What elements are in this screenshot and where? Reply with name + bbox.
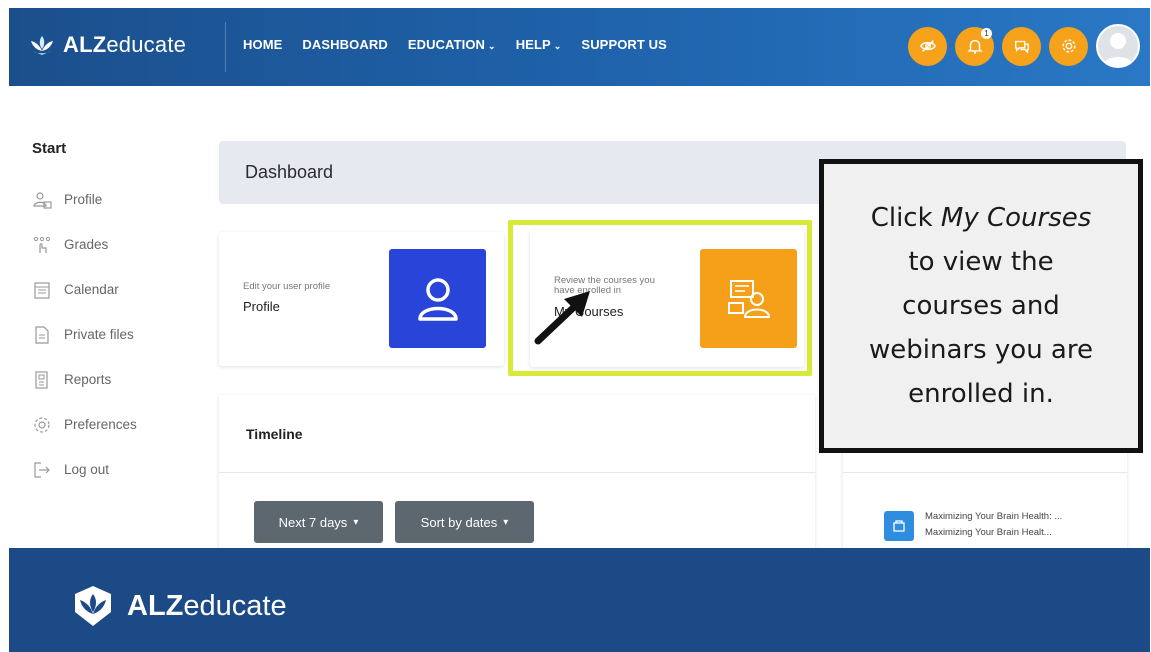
lotus-logo-icon xyxy=(75,586,111,626)
course-icon[interactable] xyxy=(884,511,914,541)
callout-prefix: Click xyxy=(870,203,941,233)
main-nav: HOME DASHBOARD EDUCATION ⌄ HELP ⌄ SUPPORT … xyxy=(243,37,667,52)
sidebar-item-label: Profile xyxy=(64,192,103,207)
sidebar-item-label: Private files xyxy=(64,327,134,342)
profile-card[interactable]: Edit your user profile Profile xyxy=(219,232,504,366)
chevron-down-icon: ⌄ xyxy=(553,41,562,51)
nav-education[interactable]: EDUCATION ⌄ xyxy=(408,37,496,52)
callout-line-3: courses and xyxy=(902,291,1060,321)
top-navigation-bar: ALZeducate HOME DASHBOARD EDUCATION ⌄ HEL… xyxy=(9,8,1150,86)
brand-logo[interactable]: ALZeducate xyxy=(29,32,186,58)
sidebar-item-calendar[interactable]: Calendar xyxy=(32,267,192,312)
user-silhouette-icon xyxy=(1102,33,1134,66)
course-subtitle: Maximizing Your Brain Healt... xyxy=(925,527,1052,538)
sidebar-item-reports[interactable]: Reports xyxy=(32,357,192,402)
hide-blocks-button[interactable] xyxy=(908,26,947,66)
sidebar-item-label: Log out xyxy=(64,462,110,477)
sidebar-item-profile[interactable]: Profile xyxy=(32,177,192,222)
chevron-down-icon: ⌄ xyxy=(488,41,496,51)
calendar-icon xyxy=(34,281,50,299)
sidebar-item-log-out[interactable]: Log out xyxy=(32,447,192,492)
profile-tile[interactable] xyxy=(389,249,486,348)
gear-icon xyxy=(34,416,50,433)
teacher-presentation-icon xyxy=(727,279,770,318)
user-icon xyxy=(417,277,458,321)
page-title: Dashboard xyxy=(245,162,334,182)
logout-icon xyxy=(34,461,50,478)
callout-line-4: webinars you are xyxy=(869,335,1093,365)
footer-brand-name: ALZeducate xyxy=(127,589,287,622)
sidebar-title: Start xyxy=(32,140,67,157)
course-title[interactable]: Maximizing Your Brain Health: ... xyxy=(925,511,1062,522)
sidebar-item-preferences[interactable]: Preferences xyxy=(32,402,192,447)
callout-emphasis: My Courses xyxy=(940,203,1092,233)
sort-by-dates-dropdown[interactable]: Sort by dates ▾ xyxy=(395,501,534,543)
footer-logo: ALZeducate xyxy=(69,584,287,628)
profile-card-subtitle: Edit your user profile xyxy=(243,281,331,292)
chevron-down-icon: ▾ xyxy=(503,516,509,528)
chevron-down-icon: ▾ xyxy=(353,516,359,528)
eye-slash-icon xyxy=(919,40,936,52)
sort-label: Sort by dates xyxy=(420,514,498,530)
profile-card-title: Profile xyxy=(243,299,280,314)
next-7-days-dropdown[interactable]: Next 7 days ▾ xyxy=(254,501,383,543)
callout-line-5: enrolled in. xyxy=(908,379,1054,409)
timeline-title: Timeline xyxy=(246,426,303,442)
timeline-card: Timeline Next 7 days ▾ Sort by dates ▾ xyxy=(219,395,815,555)
course-box-icon xyxy=(893,520,905,532)
divider xyxy=(843,472,1127,473)
notification-badge: 1 xyxy=(981,27,992,39)
nav-divider xyxy=(225,22,226,72)
sidebar-item-label: Grades xyxy=(64,237,109,252)
sidebar-item-label: Calendar xyxy=(64,282,119,297)
files-icon xyxy=(35,325,49,344)
grades-icon xyxy=(33,236,51,253)
profile-icon xyxy=(33,191,52,209)
chat-icon xyxy=(1014,40,1029,54)
brand-name: ALZeducate xyxy=(63,32,187,57)
sidebar-item-label: Preferences xyxy=(64,417,137,432)
instruction-callout: Click My Courses to view the courses and… xyxy=(819,159,1143,453)
reports-icon xyxy=(35,370,48,389)
callout-line-2: to view the xyxy=(908,247,1054,277)
nav-help-label: HELP xyxy=(515,37,551,52)
left-sidebar: Start Profile Grades Calendar Private fi… xyxy=(32,140,192,492)
nav-dashboard[interactable]: DASHBOARD xyxy=(302,37,387,52)
notifications-button[interactable]: 1 xyxy=(955,26,994,66)
my-courses-tile[interactable] xyxy=(700,249,797,348)
divider xyxy=(219,472,815,473)
nav-education-label: EDUCATION xyxy=(407,37,486,52)
pointer-arrow-icon xyxy=(534,291,590,345)
top-icons: 1 xyxy=(908,24,1140,68)
gear-icon xyxy=(1061,39,1076,53)
nav-home[interactable]: HOME xyxy=(243,37,282,52)
lotus-logo-icon xyxy=(31,36,53,55)
sidebar-item-private-files[interactable]: Private files xyxy=(32,312,192,357)
filter-days-label: Next 7 days xyxy=(278,514,348,530)
sidebar-item-grades[interactable]: Grades xyxy=(32,222,192,267)
settings-button[interactable] xyxy=(1049,26,1088,66)
user-avatar[interactable] xyxy=(1096,24,1140,68)
sidebar-item-label: Reports xyxy=(64,372,112,387)
nav-help[interactable]: HELP ⌄ xyxy=(516,37,562,52)
callout-line-1: Click My Courses xyxy=(871,196,1092,240)
footer-banner: ALZeducate xyxy=(9,548,1150,652)
bell-icon xyxy=(966,39,983,54)
nav-support-us[interactable]: SUPPORT US xyxy=(581,37,667,52)
messages-button[interactable] xyxy=(1002,26,1041,66)
